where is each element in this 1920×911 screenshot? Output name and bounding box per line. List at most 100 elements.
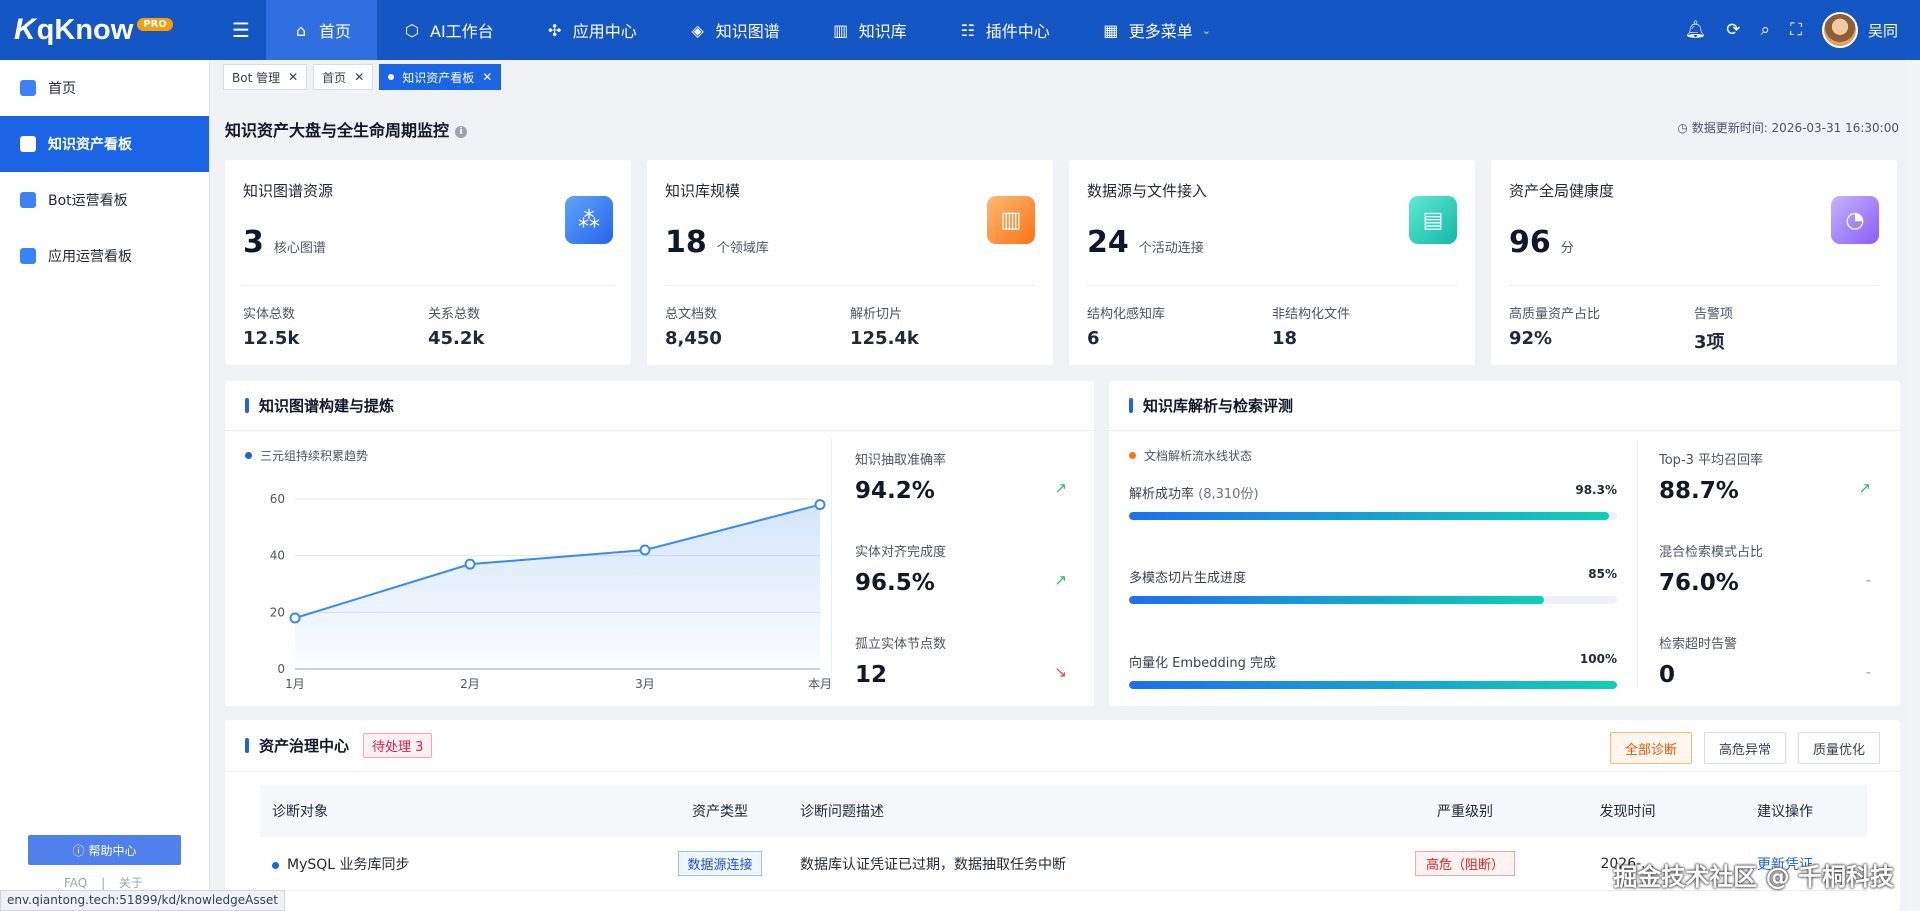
kpi-value: 88.7% bbox=[1659, 478, 1739, 504]
progress-label: 向量化 Embedding 完成 bbox=[1129, 656, 1276, 671]
plugin-icon: ☷ bbox=[960, 20, 975, 40]
tab-knowledge-asset[interactable]: 知识资产看板 ✕ bbox=[379, 64, 502, 90]
stat-card-datasource: 数据源与文件接入 24 个活动连接 ▤ 结构化感知库 6 非结构化文件 18 bbox=[1069, 160, 1475, 365]
bar-chart-icon: ▤ bbox=[1409, 196, 1457, 244]
filter-high-risk-button[interactable]: 高危异常 bbox=[1703, 732, 1786, 764]
stat-value: 24 bbox=[1087, 225, 1129, 260]
about-link[interactable]: 关于 bbox=[119, 876, 143, 890]
chart-legend: 三元组持续积累趋势 bbox=[245, 447, 368, 464]
username[interactable]: 吴同 bbox=[1868, 20, 1898, 41]
sidebar-item-home[interactable]: 首页 bbox=[0, 60, 209, 116]
legend-label: 文档解析流水线状态 bbox=[1144, 449, 1253, 463]
sub-value: 12.5k bbox=[243, 328, 300, 349]
column-header: 诊断问题描述 bbox=[800, 804, 884, 820]
nav-item-ai-workbench[interactable]: ⬡ AI工作台 bbox=[377, 0, 520, 60]
trend-up-icon: ↗ bbox=[1054, 571, 1067, 589]
x-tick-label: 3月 bbox=[635, 677, 655, 691]
sidebar-item-bot-ops[interactable]: Bot运营看板 bbox=[0, 172, 209, 228]
stat-value: 3 bbox=[243, 225, 264, 260]
section-title: 知识图谱构建与提炼 bbox=[259, 397, 395, 415]
page-title: 知识资产大盘与全生命周期监控 i bbox=[225, 117, 468, 141]
help-icon: ⓘ bbox=[72, 843, 85, 858]
progress-label: 多模态切片生成进度 bbox=[1129, 571, 1247, 586]
section-header: 知识图谱构建与提炼 bbox=[225, 381, 1094, 431]
filter-all-button[interactable]: 全部诊断 bbox=[1609, 732, 1692, 764]
nav-label: 首页 bbox=[319, 22, 352, 41]
avatar[interactable] bbox=[1821, 12, 1858, 48]
help-center-label: 帮助中心 bbox=[88, 843, 137, 858]
trend-chart: 0 20 40 60 1月 2月 3月 本月 bbox=[270, 492, 832, 691]
progress-track bbox=[1129, 512, 1617, 520]
search-icon[interactable]: ⌕ bbox=[1761, 20, 1771, 40]
nav-item-knowledge-base[interactable]: ▥ 知识库 bbox=[806, 0, 933, 60]
info-icon[interactable]: i bbox=[455, 125, 468, 138]
faq-link[interactable]: FAQ bbox=[64, 876, 87, 890]
data-point bbox=[639, 544, 651, 556]
bell-icon[interactable]: 🔔︎ bbox=[1685, 20, 1707, 40]
close-icon[interactable]: ✕ bbox=[354, 70, 364, 84]
sidebar-item-knowledge-asset[interactable]: 知识资产看板 bbox=[0, 116, 209, 172]
trend-flat-icon: - bbox=[1865, 571, 1871, 589]
active-dot bbox=[388, 74, 395, 80]
nav-item-knowledge-graph[interactable]: ◈ 知识图谱 bbox=[663, 0, 806, 60]
document-icon bbox=[20, 136, 36, 152]
sub-label: 实体总数 bbox=[243, 307, 296, 322]
nav-item-plugin-center[interactable]: ☷ 插件中心 bbox=[933, 0, 1076, 60]
nav-item-app-center[interactable]: ✣ 应用中心 bbox=[520, 0, 663, 60]
close-icon[interactable]: ✕ bbox=[288, 70, 298, 84]
progress-embedding: 向量化 Embedding 完成 100% bbox=[1129, 652, 1617, 689]
scrollbar[interactable] bbox=[1906, 60, 1920, 911]
chevron-down-icon: ⌄ bbox=[1201, 23, 1211, 37]
sidebar-item-app-ops[interactable]: 应用运营看板 bbox=[0, 228, 209, 284]
section-marker bbox=[245, 738, 249, 753]
stat-title: 数据源与文件接入 bbox=[1087, 182, 1208, 200]
tab-bot-manage[interactable]: Bot 管理 ✕ bbox=[223, 64, 308, 90]
kpi-timeout-alert: 检索超时告警 0 - bbox=[1659, 633, 1889, 688]
column-header: 诊断对象 bbox=[272, 804, 328, 820]
logo-mark: K bbox=[14, 13, 36, 46]
sub-value: 45.2k bbox=[428, 328, 485, 349]
data-point bbox=[289, 612, 301, 624]
tab-bar: Bot 管理 ✕ 首页 ✕ 知识资产看板 ✕ bbox=[223, 64, 502, 90]
data-point bbox=[464, 558, 476, 570]
kpi-top3-recall: Top-3 平均召回率 88.7% ↗ bbox=[1659, 449, 1889, 504]
logo-text: qKnow bbox=[36, 13, 134, 46]
sub-value: 8,450 bbox=[665, 328, 722, 349]
section-marker bbox=[1129, 398, 1133, 413]
help-center-button[interactable]: ⓘ 帮助中心 bbox=[28, 835, 181, 865]
kpi-label: 孤立实体节点数 bbox=[855, 637, 947, 652]
menu-toggle-icon[interactable]: ☰ bbox=[216, 18, 266, 42]
tab-label: 知识资产看板 bbox=[402, 70, 475, 85]
graph-icon: ◈ bbox=[691, 20, 704, 40]
data-point bbox=[814, 499, 826, 511]
y-tick-label: 40 bbox=[270, 549, 285, 563]
gauge-icon: ◔ bbox=[1831, 196, 1879, 244]
kpi-entity-alignment: 实体对齐完成度 96.5% ↗ bbox=[855, 541, 1085, 596]
nav-label: AI工作台 bbox=[430, 22, 494, 41]
footer-credit-watermark: 掘金技术社区 @ 千桐科技 bbox=[1613, 863, 1894, 891]
nav-item-home[interactable]: ⌂ 首页 bbox=[266, 0, 378, 60]
stat-card-health: 资产全局健康度 96 分 ◔ 高质量资产占比 92% 告警项 3项 bbox=[1491, 160, 1897, 365]
section-title: 知识库解析与检索评测 bbox=[1143, 397, 1294, 415]
fullscreen-icon[interactable]: ⛶ bbox=[1790, 20, 1802, 40]
section-title: 资产治理中心 bbox=[259, 737, 350, 755]
book-icon bbox=[20, 80, 36, 96]
divider bbox=[1637, 439, 1638, 689]
series-area bbox=[295, 504, 820, 669]
x-tick-label: 本月 bbox=[808, 677, 832, 691]
nav-label: 插件中心 bbox=[985, 22, 1050, 41]
nav-item-more[interactable]: ▦ 更多菜单 ⌄ bbox=[1076, 0, 1237, 60]
sub-label: 解析切片 bbox=[850, 307, 903, 322]
sub-label: 非结构化文件 bbox=[1272, 307, 1351, 322]
stat-unit: 核心图谱 bbox=[273, 241, 326, 256]
close-icon[interactable]: ✕ bbox=[482, 70, 492, 84]
top-navbar: K qKnow PRO ☰ ⌂ 首页 ⬡ AI工作台 ✣ 应用中心 ◈ 知识图谱 ▥ 知识… bbox=[0, 0, 1920, 60]
stat-unit: 分 bbox=[1560, 241, 1574, 256]
refresh-icon[interactable]: ⟳ bbox=[1726, 20, 1740, 40]
nav-label: 更多菜单 bbox=[1128, 22, 1193, 41]
app-logo[interactable]: K qKnow PRO bbox=[0, 0, 210, 60]
filter-quality-button[interactable]: 质量优化 bbox=[1797, 732, 1880, 764]
tab-home[interactable]: 首页 ✕ bbox=[313, 64, 374, 90]
kpi-value: 76.0% bbox=[1659, 570, 1739, 596]
trend-down-icon: ↘ bbox=[1054, 663, 1067, 681]
